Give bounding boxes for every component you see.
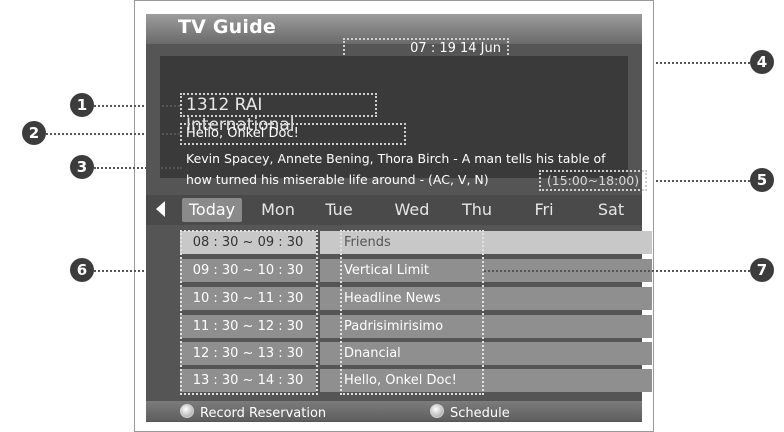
callout-badge: 1 bbox=[70, 93, 94, 117]
program-time-range: (15:00~18:00) bbox=[539, 170, 647, 191]
program-description-line1: Kevin Spacey, Annete Bening, Thora Birch… bbox=[186, 151, 606, 166]
tab-sat[interactable]: Sat bbox=[588, 198, 634, 222]
round-button-icon bbox=[180, 404, 194, 418]
tab-tue[interactable]: Tue bbox=[314, 198, 364, 222]
callout-badge: 7 bbox=[750, 258, 774, 282]
round-button-icon bbox=[430, 404, 444, 418]
schedule-button[interactable]: Schedule bbox=[430, 404, 510, 422]
record-reservation-label: Record Reservation bbox=[200, 406, 327, 421]
tab-today[interactable]: Today bbox=[182, 198, 242, 222]
callout-leader bbox=[94, 167, 182, 169]
callout-badge: 5 bbox=[750, 168, 774, 192]
program-title: Hello, Onkel Doc! bbox=[180, 123, 406, 145]
schedule-label: Schedule bbox=[450, 406, 510, 421]
callout-leader bbox=[484, 270, 750, 272]
callout-leader bbox=[656, 62, 750, 64]
time-column-highlight bbox=[180, 230, 318, 395]
program-description-line2: how turned his miserable life around - (… bbox=[186, 172, 489, 187]
callout-leader bbox=[656, 180, 750, 182]
tab-thu[interactable]: Thu bbox=[452, 198, 502, 222]
callout-badge: 4 bbox=[750, 50, 774, 74]
channel-name: 1312 RAI International bbox=[180, 93, 377, 135]
callout-badge: 6 bbox=[70, 258, 94, 282]
callout-badge: 2 bbox=[22, 121, 46, 145]
screen-title: TV Guide bbox=[178, 16, 277, 38]
tab-fri[interactable]: Fri bbox=[522, 198, 566, 222]
tab-wed[interactable]: Wed bbox=[384, 198, 440, 222]
record-reservation-button[interactable]: Record Reservation bbox=[180, 404, 326, 422]
callout-leader bbox=[46, 133, 180, 135]
program-column-highlight bbox=[340, 230, 484, 395]
callout-leader bbox=[94, 105, 180, 107]
callout-leader bbox=[94, 270, 180, 272]
callout-badge: 3 bbox=[70, 155, 94, 179]
tab-mon[interactable]: Mon bbox=[250, 198, 306, 222]
triangle-left-icon[interactable] bbox=[156, 201, 165, 217]
triangle-right-icon[interactable] bbox=[664, 201, 673, 217]
